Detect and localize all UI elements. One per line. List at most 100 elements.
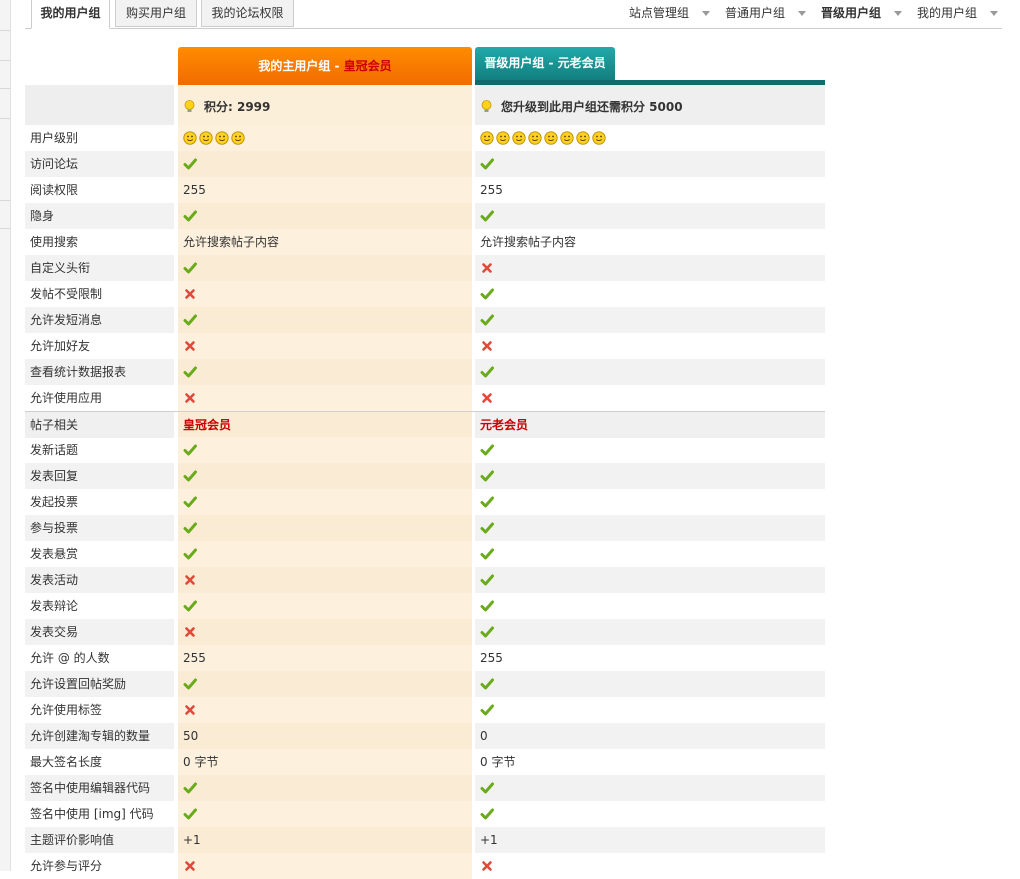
check-icon (183, 496, 197, 507)
upgrade-group-value: 255 (475, 645, 825, 671)
main-group-value (178, 307, 472, 333)
sidebar-divider (0, 228, 10, 229)
nav-my-group[interactable]: 我的用户组 (917, 0, 977, 27)
table-row: 允许 @ 的人数 255 255 (25, 645, 825, 671)
row-label: 访问论坛 (25, 151, 174, 177)
row-label: 签名中使用 [img] 代码 (30, 807, 154, 821)
tab-my-usergroup[interactable]: 我的用户组 (31, 0, 110, 29)
table-row: 允许创建淘专辑的数量 50 0 (25, 723, 825, 749)
value-text: 255 (183, 183, 206, 197)
upgrade-group-value (475, 151, 825, 177)
row-label: 签名中使用编辑器代码 (25, 775, 174, 801)
main-group-value (178, 567, 472, 593)
main-group-value (178, 333, 472, 359)
cross-icon (185, 392, 195, 403)
left-sidebar-edge (0, 0, 11, 871)
cross-icon (185, 288, 195, 299)
upgrade-group-value (475, 281, 825, 307)
chevron-down-icon[interactable] (798, 11, 806, 16)
upgrade-group-value (475, 515, 825, 541)
upgrade-group-value: 255 (475, 177, 825, 203)
upgrade-group-value (475, 489, 825, 515)
value-text: 允许搜索帖子内容 (183, 235, 280, 249)
chevron-down-icon[interactable] (894, 11, 902, 16)
tab-forum-permissions[interactable]: 我的论坛权限 (201, 0, 294, 27)
chevron-down-icon[interactable] (990, 11, 998, 16)
sidebar-divider (0, 118, 10, 119)
check-icon (480, 444, 494, 455)
check-icon (183, 548, 197, 559)
main-group-value (178, 801, 472, 827)
upgrade-group-value (475, 619, 825, 645)
table-row: 访问论坛 (25, 151, 825, 177)
main-group-value (178, 203, 472, 229)
table-row: 发表活动 (25, 567, 825, 593)
table-row: 发表交易 (25, 619, 825, 645)
check-icon (183, 210, 197, 221)
section-group-name: 皇冠会员 (183, 418, 232, 432)
tab-buy-usergroup[interactable]: 购买用户组 (115, 0, 197, 27)
main-group-value (178, 437, 472, 463)
upgrade-group-value (475, 775, 825, 801)
table-row: 签名中使用编辑器代码 (25, 775, 825, 801)
points-row-label (25, 85, 174, 125)
sidebar-divider (0, 30, 10, 31)
check-icon (183, 262, 197, 273)
cross-icon (185, 860, 195, 871)
value-text: +1 (480, 833, 498, 847)
upgrade-group-value (475, 541, 825, 567)
main-group-value (178, 541, 472, 567)
smiley-icon (512, 130, 526, 145)
upgrade-group-value (475, 671, 825, 697)
check-icon (480, 808, 494, 819)
smiley-icon (199, 130, 213, 145)
upgrade-group-value (475, 593, 825, 619)
table-row: 允许使用标签 (25, 697, 825, 723)
main-group-value (178, 489, 472, 515)
value-text: 0 字节 (183, 755, 219, 769)
upgrade-group-value (475, 385, 825, 411)
section-group-name: 元老会员 (480, 418, 529, 432)
smiley-icon (576, 130, 590, 145)
nav-upgrade-group[interactable]: 晋级用户组 (821, 0, 881, 27)
main-group-value (178, 671, 472, 697)
check-icon (480, 704, 494, 715)
table-row: 允许发短消息 (25, 307, 825, 333)
main-group-value: 0 字节 (178, 749, 472, 775)
table-row: 发帖不受限制 (25, 281, 825, 307)
row-label: 允许 @ 的人数 (30, 651, 110, 665)
row-label: 发表悬赏 (30, 547, 79, 561)
check-icon (183, 678, 197, 689)
value-text: 0 字节 (480, 755, 516, 769)
main-group-value: 皇冠会员 (178, 412, 472, 438)
main-group-value: 50 (178, 723, 472, 749)
row-label: 允许使用标签 (30, 703, 103, 717)
row-label: 发起投票 (30, 495, 79, 509)
cross-icon (185, 340, 195, 351)
table-row: 阅读权限 255 255 (25, 177, 825, 203)
table-row: 隐身 (25, 203, 825, 229)
chevron-down-icon[interactable] (702, 11, 710, 16)
check-icon (183, 522, 197, 533)
main-group-header: 我的主用户组 - 皇冠会员 (178, 47, 472, 85)
main-group-value (178, 593, 472, 619)
upgrade-group-value: 0 字节 (475, 749, 825, 775)
upgrade-group-header[interactable]: 晋级用户组 - 元老会员 (475, 47, 615, 80)
row-label: 允许发短消息 (25, 307, 174, 333)
row-label: 最大签名长度 (30, 755, 103, 769)
table-row: 允许设置回帖奖励 (25, 671, 825, 697)
row-label: 查看统计数据报表 (25, 359, 174, 385)
check-icon (183, 470, 197, 481)
row-label: 自定义头衔 (25, 255, 174, 281)
main-group-value (178, 281, 472, 307)
lightbulb-icon (481, 100, 492, 112)
row-label: 允许设置回帖奖励 (25, 671, 174, 697)
nav-admin-group[interactable]: 站点管理组 (629, 0, 689, 27)
nav-normal-group[interactable]: 普通用户组 (725, 0, 785, 27)
smiley-icon (480, 130, 494, 145)
upgrade-group-value (475, 801, 825, 827)
check-icon (480, 366, 494, 377)
row-label: 允许参与评分 (30, 859, 103, 873)
check-icon (183, 314, 197, 325)
value-text: 50 (183, 729, 199, 743)
